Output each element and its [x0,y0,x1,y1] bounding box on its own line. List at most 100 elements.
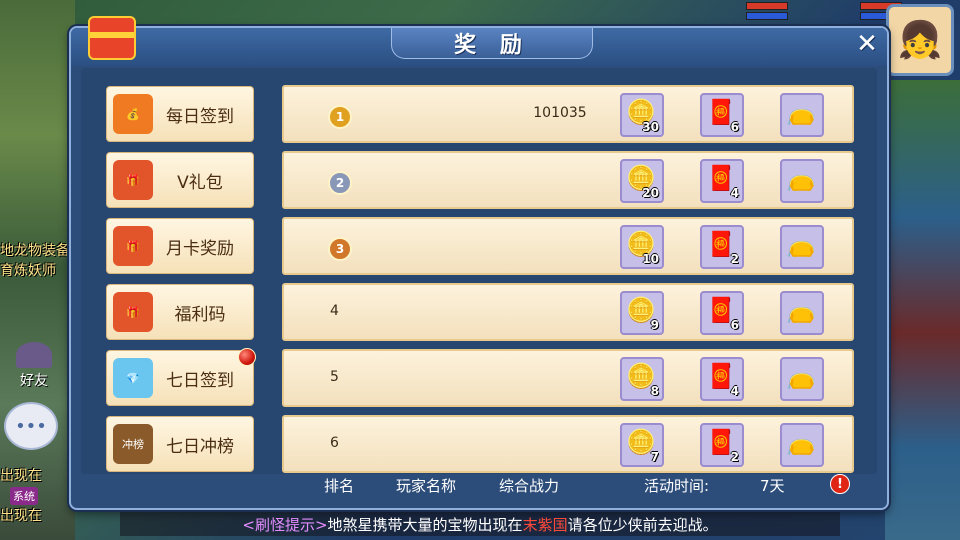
player-name-column-header: 玩家名称 [396,477,457,495]
reward-quantity: 10 [642,252,659,266]
reward-slot[interactable]: 🧧 2 [700,423,744,467]
treasure-bag-icon: 🎁 [113,226,153,266]
reward-quantity: 8 [650,384,659,398]
reward-slot[interactable]: 👝 [780,93,824,137]
purple-bag-icon: 👝 [786,164,816,192]
ranking-row: 2 🪙 20 🧧 4 👝 [282,151,854,209]
reward-slot[interactable]: 👝 [780,423,824,467]
menu-item-0[interactable]: 💰 每日签到 [106,86,254,142]
reward-quantity: 2 [730,252,739,266]
menu-item-label: 月卡奖励 [166,238,234,259]
scene-text-4: 出现在 [0,508,42,524]
reward-slot[interactable]: 🧧 4 [700,159,744,203]
reward-slot[interactable]: 🪙 8 [620,357,664,401]
character-face-icon: 👧 [897,20,943,61]
purple-bag-icon: 👝 [786,98,816,126]
ranking-row: 4 🪙 9 🧧 6 👝 [282,283,854,341]
menu-item-label: 每日签到 [166,106,234,127]
hp-bar [746,2,788,10]
reward-slot[interactable]: 🧧 6 [700,93,744,137]
ranking-row: 1 101035 🪙 30 🧧 6 👝 [282,85,854,143]
reward-slot[interactable]: 🪙 20 [620,159,664,203]
chat-bubble-icon: ••• [15,415,47,437]
reward-slot[interactable]: 🧧 6 [700,291,744,335]
friend-button[interactable]: 好友 [6,330,62,390]
reward-quantity: 9 [650,318,659,332]
rank-number: 5 [330,369,339,385]
player-power: 101035 [533,105,587,121]
power-column-header: 综合战力 [499,477,560,495]
system-badge: 系统 [10,487,38,505]
reward-slot[interactable]: 🪙 30 [620,93,664,137]
chat-button[interactable]: ••• [4,402,58,450]
reward-quantity: 7 [650,450,659,464]
player-avatar[interactable]: 👧 [886,4,954,76]
alert-icon[interactable]: ! [830,474,850,494]
mp-bar [746,12,788,20]
gold-medal-icon: 1 [328,105,352,129]
menu-item-1[interactable]: 🎁 V礼包 [106,152,254,208]
ticker-text-b: 请各位少侠前去迎战。 [567,515,718,534]
bronze-medal-icon: 3 [328,237,352,261]
reward-slot[interactable]: 🧧 2 [700,225,744,269]
menu-item-4[interactable]: 💎 七日签到 [106,350,254,406]
lucky-bag-icon: 💰 [113,94,153,134]
gift-box-icon [88,16,136,60]
ranking-row: 5 🪙 8 🧧 4 👝 [282,349,854,407]
menu-item-5[interactable]: 冲榜 七日冲榜 [106,416,254,472]
rank-number: 4 [330,303,339,319]
system-ticker: <刷怪提示> 地煞星携带大量的宝物出现在 末紫国 请各位少侠前去迎战。 [120,512,840,536]
menu-item-label: 七日冲榜 [166,436,234,457]
rank-chest-icon: 冲榜 [113,424,153,464]
reward-quantity: 20 [642,186,659,200]
purple-bag-icon: 👝 [786,296,816,324]
reward-quantity: 6 [730,318,739,332]
reward-slot[interactable]: 🪙 10 [620,225,664,269]
purple-bag-icon: 👝 [786,230,816,258]
reward-slot[interactable]: 👝 [780,291,824,335]
reward-menu: 💰 每日签到 🎁 V礼包 🎁 月卡奖励 🎁 福利码 💎 七日签到冲榜 七日冲榜 [106,86,256,511]
friend-label: 好友 [20,373,48,389]
rank-number: 6 [330,435,339,451]
menu-item-label: 七日签到 [166,370,234,391]
reward-slot[interactable]: 🪙 9 [620,291,664,335]
ticker-tag: <刷怪提示> [242,515,328,534]
notification-dot [238,348,256,366]
menu-item-label: 福利码 [174,304,226,325]
rank-column-header: 排名 [324,477,355,495]
menu-item-label: V礼包 [177,172,223,193]
reward-quantity: 6 [730,120,739,134]
hat-icon [16,342,52,368]
scene-text-2: 育炼妖师 [0,263,56,279]
ranking-rows: 1 101035 🪙 30 🧧 6 👝 2 🪙 20 🧧 4 👝 3 🪙 10 🧧 2 👝 4 🪙 9 🧧 6 👝 5 🪙 8 🧧 4 👝 6… [282,85,854,473]
ranking-row: 3 🪙 10 🧧 2 👝 [282,217,854,275]
reward-quantity: 4 [730,186,739,200]
close-icon[interactable]: ✕ [851,29,883,59]
reward-slot[interactable]: 👝 [780,357,824,401]
activity-time-label: 活动时间: [644,477,710,495]
menu-item-3[interactable]: 🎁 福利码 [106,284,254,340]
panel-title: 奖 励 [391,28,593,59]
reward-slot[interactable]: 🪙 7 [620,423,664,467]
panel-header: 奖 励 ✕ [71,28,887,66]
reward-slot[interactable]: 👝 [780,159,824,203]
scene-text-1: 地龙物装备 [0,243,70,259]
ticker-place: 末紫国 [522,515,568,534]
reward-quantity: 2 [730,450,739,464]
purple-bag-icon: 👝 [786,362,816,390]
reward-quantity: 4 [730,384,739,398]
game-scene-right [885,80,960,540]
treasure-bag-icon: 🎁 [113,292,153,332]
treasure-bag-icon: 🎁 [113,160,153,200]
jade-bag-icon: 💎 [113,358,153,398]
reward-slot[interactable]: 🧧 4 [700,357,744,401]
purple-bag-icon: 👝 [786,428,816,456]
silver-medal-icon: 2 [328,171,352,195]
menu-item-2[interactable]: 🎁 月卡奖励 [106,218,254,274]
reward-slot[interactable]: 👝 [780,225,824,269]
activity-time-value: 7天 [760,477,785,495]
scene-text-3: 出现在 [0,468,42,484]
ranking-footer: 排名 玩家名称 综合战力 活动时间: 7天 ! [324,474,904,497]
reward-quantity: 30 [642,120,659,134]
ranking-row: 6 🪙 7 🧧 2 👝 [282,415,854,473]
